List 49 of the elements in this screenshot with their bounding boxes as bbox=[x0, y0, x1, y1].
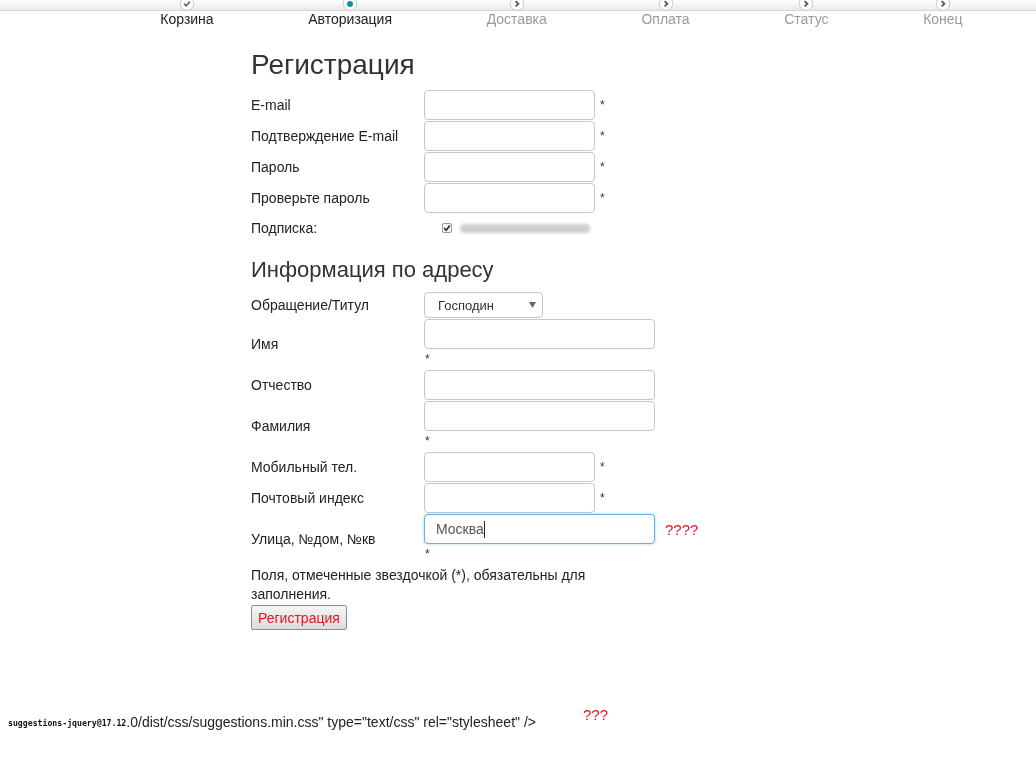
field-label: Мобильный тел. bbox=[251, 458, 358, 476]
input-field[interactable] bbox=[424, 152, 595, 182]
required-mark: * bbox=[600, 460, 605, 474]
checkbox[interactable] bbox=[442, 223, 452, 233]
code-text: suggestions-jquery@17.12 bbox=[8, 718, 127, 728]
input-field[interactable] bbox=[424, 370, 655, 400]
title-select[interactable]: Господин bbox=[424, 292, 543, 318]
section-heading: Информация по адресу bbox=[251, 256, 494, 284]
input-field[interactable] bbox=[424, 90, 595, 120]
field-label: Проверьте пароль bbox=[251, 189, 370, 207]
field-label: Имя bbox=[251, 335, 279, 353]
step-label: Корзина bbox=[160, 11, 214, 27]
field-label: Обращение/Титул bbox=[251, 296, 370, 314]
field-label: Подписка: bbox=[251, 219, 318, 237]
required-mark: * bbox=[600, 160, 605, 174]
step-label: Доставка bbox=[486, 11, 547, 27]
field-label: Улица, №дом, №кв bbox=[251, 530, 376, 548]
input-field[interactable]: Москва bbox=[424, 514, 655, 544]
register-button[interactable]: Регистрация bbox=[251, 605, 347, 630]
warning-text: ??? bbox=[582, 706, 608, 724]
code-text: .0/dist/css/suggestions.min.css" type="text/css" rel="stylesheet" /> bbox=[126, 713, 536, 731]
input-field[interactable] bbox=[424, 452, 595, 482]
required-mark: * bbox=[600, 98, 605, 112]
required-mark: * bbox=[600, 191, 605, 205]
step-label: Оплата bbox=[641, 11, 690, 27]
input-field[interactable] bbox=[424, 483, 595, 513]
text-cursor-icon bbox=[483, 520, 485, 538]
required-mark: * bbox=[600, 491, 605, 505]
required-mark: * bbox=[425, 351, 430, 368]
step-label: Конец bbox=[923, 11, 963, 27]
step-label: Авторизация bbox=[308, 11, 393, 27]
step-label: Статус bbox=[784, 11, 829, 27]
section-heading: Регистрация bbox=[251, 48, 415, 82]
field-label: Фамилия bbox=[251, 417, 311, 435]
warning-text: ???? bbox=[665, 520, 699, 538]
input-field[interactable] bbox=[424, 183, 595, 213]
input-field[interactable] bbox=[424, 319, 655, 349]
required-fields-note: Поля, отмеченные звездочкой (*), обязательны для заполнения. bbox=[251, 566, 587, 604]
required-mark: * bbox=[425, 546, 430, 563]
caret-icon bbox=[529, 302, 536, 308]
field-label: Почтовый индекс bbox=[251, 489, 364, 507]
field-label: E-mail bbox=[251, 96, 291, 114]
field-label: Отчество bbox=[251, 376, 312, 394]
input-field[interactable] bbox=[424, 401, 655, 431]
field-label: Подтверждение E-mail bbox=[251, 127, 399, 145]
required-mark: * bbox=[600, 129, 605, 143]
required-mark: * bbox=[425, 433, 430, 450]
input-field[interactable] bbox=[424, 121, 595, 151]
field-label: Пароль bbox=[251, 158, 300, 176]
